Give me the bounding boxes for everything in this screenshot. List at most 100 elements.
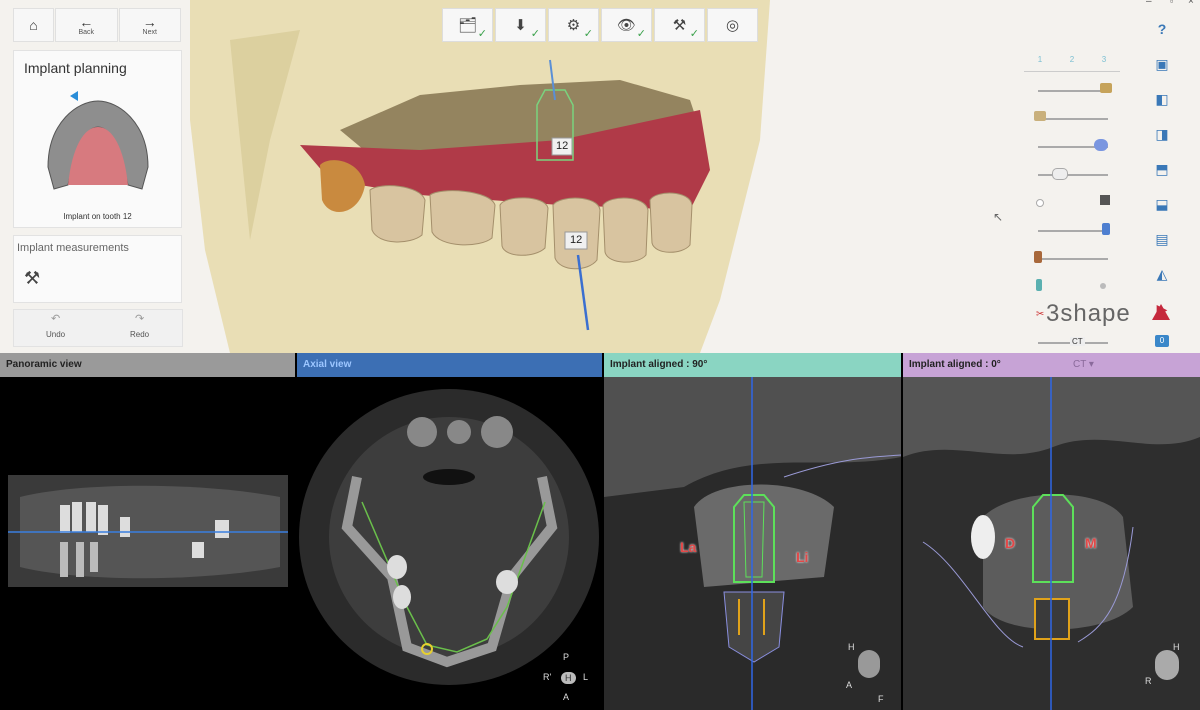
undo-icon: ↶	[51, 313, 61, 325]
slider-soft-tissue[interactable]	[1026, 161, 1116, 189]
next-button[interactable]: → Next	[118, 8, 181, 42]
orient-p: P	[563, 652, 570, 662]
implant-tag-tooth[interactable]: 12	[570, 234, 582, 246]
view-bottom-icon[interactable]: ⬓	[1153, 195, 1171, 213]
slider-bone[interactable]	[1026, 245, 1116, 273]
step-prescription[interactable]: 🗂 ✓	[442, 8, 493, 42]
check-icon: ✓	[530, 28, 540, 40]
orient-r: R'	[543, 672, 552, 682]
guide-icon: ⚒	[672, 17, 687, 34]
visibility-tab-1[interactable]: 1	[1024, 55, 1056, 71]
next-label: Next	[142, 28, 157, 36]
navigation-bar: ⌂ ← Back → Next	[13, 8, 181, 42]
ct-display-menu[interactable]: CT ▾	[1073, 353, 1094, 377]
lighting-icon[interactable]: ◭	[1153, 265, 1171, 283]
aligned-0-title: Implant aligned : 0°	[909, 359, 1001, 370]
visibility-tab-3[interactable]: 3	[1088, 55, 1120, 71]
brand-icon[interactable]: ▶	[1153, 300, 1171, 318]
counter-badge[interactable]: 0	[1155, 335, 1169, 347]
check-icon: ✓	[583, 28, 593, 40]
counter-value: 0	[1159, 336, 1165, 345]
view-top-icon[interactable]: ⬒	[1153, 160, 1171, 178]
3d-viewport[interactable]: 12 12 3shape – ▫ × ⌂ ← Back → Next Impla…	[0, 0, 1200, 353]
visibility-tabs: 1 2 3	[1024, 55, 1120, 72]
aligned-90-header[interactable]: Implant aligned : 90°	[604, 353, 901, 377]
implant-icon: ⚙	[566, 17, 581, 34]
orientation-head-0[interactable]: H R	[1143, 642, 1193, 702]
nerve-icon: ✂	[1036, 309, 1045, 320]
orient-a: A	[563, 692, 570, 702]
slider-ct[interactable]: CT	[1026, 329, 1116, 353]
disc-icon: ◎	[725, 17, 740, 34]
step-import[interactable]: ⬇ ✓	[495, 8, 546, 42]
orient-h: H	[561, 672, 576, 684]
implant-planning-card: Implant planning Implant on tooth 12	[13, 50, 182, 228]
label-d: D	[1005, 535, 1016, 551]
arrow-right-icon: →	[142, 13, 157, 30]
implant-tool-icon[interactable]: ⚒	[24, 268, 40, 289]
aligned-90-view[interactable]: La Li H A F	[604, 377, 901, 710]
close-icon[interactable]: ×	[1188, 0, 1194, 7]
slider-guide[interactable]	[1026, 133, 1116, 161]
step-view[interactable]: 👁 ✓	[601, 8, 652, 42]
view-front-icon[interactable]: ▣	[1153, 55, 1171, 73]
ct-slider-label: CT	[1070, 337, 1085, 346]
back-button[interactable]: ← Back	[55, 8, 118, 42]
slider-nerve[interactable]: ✂	[1026, 301, 1116, 329]
workflow-steps: 🗂 ✓ ⬇ ✓ ⚙ ✓ 👁 ✓ ⚒ ✓ ◎	[442, 8, 758, 42]
step-implant[interactable]: ⚙ ✓	[548, 8, 599, 42]
implant-measurements-card: Implant measurements ⚒	[13, 235, 182, 303]
measurements-title: Implant measurements	[17, 242, 129, 254]
abutment-icon	[1034, 111, 1046, 121]
panoramic-view[interactable]	[0, 377, 295, 710]
orient-f: F	[878, 694, 884, 704]
step-guide[interactable]: ⚒ ✓	[654, 8, 705, 42]
orientation-cube-axial[interactable]: P R' H L A	[541, 652, 591, 707]
back-label: Back	[78, 28, 95, 36]
visibility-tab-2[interactable]: 2	[1056, 55, 1088, 71]
aligned-0-header[interactable]: Implant aligned : 0° CT ▾	[903, 353, 1200, 377]
orient-r: R	[1145, 676, 1152, 686]
panel-title: Implant planning	[24, 60, 127, 76]
right-toolbar: ? ▣ ◧ ◨ ⬒ ⬓ ▤ ◭ ▶ 0	[1150, 20, 1174, 353]
slider-abutment[interactable]	[1026, 105, 1116, 133]
axial-view-header[interactable]: Axial view	[297, 353, 602, 377]
label-m: M	[1085, 535, 1097, 551]
home-icon: ⌂	[29, 17, 38, 33]
orientation-head-90[interactable]: H A F	[844, 642, 894, 704]
orient-a: A	[846, 680, 853, 690]
redo-button[interactable]: Redo	[130, 330, 149, 339]
help-icon[interactable]: ?	[1153, 20, 1171, 38]
implant-small-icon	[1036, 279, 1042, 291]
aligned-0-view[interactable]: D M H R	[903, 377, 1200, 710]
slider-implant[interactable]	[1026, 273, 1116, 301]
minimize-icon[interactable]: –	[1146, 0, 1152, 7]
axial-view-title: Axial view	[303, 359, 352, 370]
aligned-90-title: Implant aligned : 90°	[610, 359, 708, 370]
restore-icon[interactable]: ▫	[1170, 0, 1173, 6]
axial-view[interactable]: P R' H L A	[297, 377, 602, 710]
slider-crown[interactable]	[1026, 77, 1116, 105]
tissue-icon	[1052, 168, 1068, 180]
visibility-sliders: ✂ CT	[1026, 77, 1116, 353]
panoramic-view-header[interactable]: Panoramic view	[0, 353, 295, 377]
slider-cylinder[interactable]	[1026, 217, 1116, 245]
undo-button[interactable]: Undo	[46, 330, 65, 339]
check-icon: ✓	[477, 28, 487, 40]
head-icon	[1155, 650, 1179, 680]
step-export[interactable]: ◎	[707, 8, 758, 42]
orient-l: L	[583, 672, 589, 682]
implant-tag-top[interactable]: 12	[556, 140, 568, 152]
view-back-icon[interactable]: ▤	[1153, 230, 1171, 248]
cylinder-icon	[1102, 223, 1110, 235]
view-right-icon[interactable]: ◨	[1153, 125, 1171, 143]
undo-redo-bar: ↶ Undo ↷ Redo	[13, 309, 183, 347]
home-button[interactable]: ⌂	[13, 8, 55, 42]
arch-thumbnail[interactable]	[38, 97, 158, 197]
view-left-icon[interactable]: ◧	[1153, 90, 1171, 108]
implant-caption: Implant on tooth 12	[63, 212, 132, 221]
slider-sleeve[interactable]	[1026, 189, 1116, 217]
check-icon: ✓	[689, 28, 699, 40]
orient-h: H	[848, 642, 855, 652]
orient-h: H	[1173, 642, 1180, 652]
